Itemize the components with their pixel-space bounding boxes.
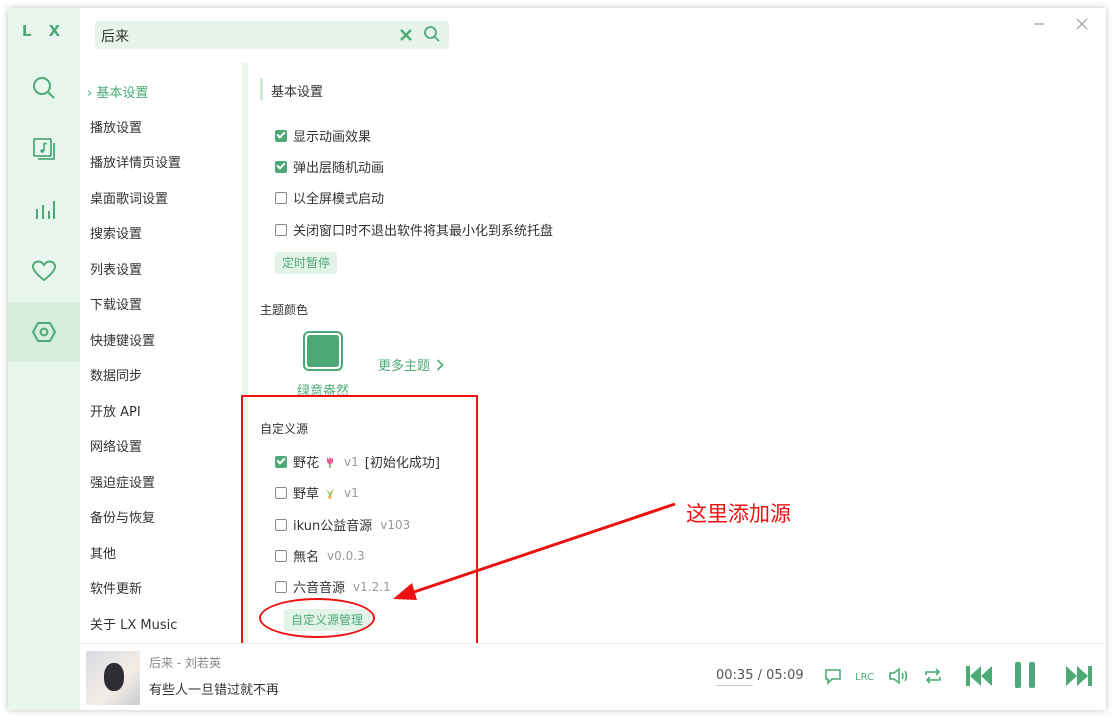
svg-text:LRC: LRC (855, 672, 874, 683)
previous-icon[interactable] (964, 663, 994, 689)
current-time: 00:35 (716, 668, 754, 686)
annotation-arrow (393, 502, 676, 600)
current-lyric: 有些人一旦错过就不再 (149, 683, 280, 698)
pause-icon[interactable] (1012, 660, 1038, 690)
volume-icon[interactable] (887, 665, 911, 687)
repeat-icon[interactable] (922, 665, 944, 687)
album-cover[interactable] (86, 651, 140, 705)
next-icon[interactable] (1064, 663, 1094, 689)
comment-icon[interactable] (822, 665, 844, 687)
duration: 05:09 (766, 668, 804, 683)
app-window: L X 后来 › 基本设置 播放设置 播放详情页设置 桌面歌词设置 搜索设置 列… (8, 8, 1106, 710)
play-time: 00:35 / 05:09 (716, 668, 804, 686)
cover-portrait (104, 663, 124, 691)
lyric-icon[interactable]: LRC (854, 665, 878, 687)
song-title[interactable]: 后来 - 刘若英 (149, 654, 221, 671)
player-bar: 后来 - 刘若英 有些人一旦错过就不再 00:35 / 05:09 LRC (80, 643, 1106, 710)
